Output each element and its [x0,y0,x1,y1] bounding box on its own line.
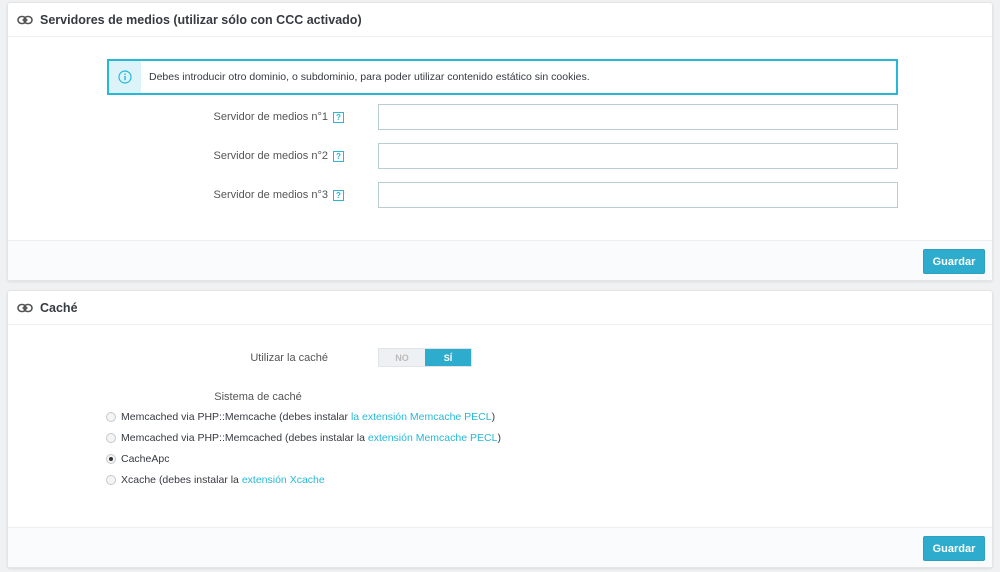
cache-system-label: Sistema de caché [214,391,302,403]
radio-button[interactable] [106,475,116,485]
help-icon[interactable]: ? [333,190,344,201]
info-icon [109,61,141,93]
cache-option-label: Memcached via PHP::Memcached (debes inst… [121,432,368,444]
cache-panel-header: Caché [8,291,992,325]
help-icon[interactable]: ? [333,112,344,123]
cache-panel: Caché Utilizar la caché NO SÍ Sistema de… [7,290,993,568]
cache-option-cacheapc[interactable]: CacheApc [106,453,169,465]
media-server-3-input[interactable] [378,182,898,208]
link-icon [17,303,33,313]
media-servers-panel-header: Servidores de medios (utilizar sólo con … [8,3,992,37]
media-server-1-input[interactable] [378,104,898,130]
media-server-3-label: Servidor de medios n°3 [213,189,328,201]
cache-panel-footer: Guardar [8,527,992,567]
radio-button[interactable] [106,412,116,422]
cache-option-xcache[interactable]: Xcache (debes instalar la extensión Xcac… [106,474,325,486]
info-alert-text: Debes introducir otro dominio, o subdomi… [149,71,590,83]
switch-off-option[interactable]: NO [379,349,425,366]
cache-panel-title: Caché [40,300,78,315]
cache-option-label: CacheApc [121,453,170,465]
cache-option-memcache[interactable]: Memcached via PHP::Memcache (debes insta… [106,411,495,423]
switch-on-option[interactable]: SÍ [425,349,471,366]
xcache-link[interactable]: extensión Xcache [242,474,325,486]
media-servers-panel-footer: Guardar [8,240,992,280]
cache-option-label: Memcached via PHP::Memcache (debes insta… [121,411,351,423]
media-server-2-label: Servidor de medios n°2 [213,150,328,162]
info-alert: Debes introducir otro dominio, o subdomi… [107,59,898,95]
save-button[interactable]: Guardar [923,249,985,274]
cache-option-memcached[interactable]: Memcached via PHP::Memcached (debes inst… [106,432,501,444]
use-cache-switch[interactable]: NO SÍ [378,348,472,367]
cache-option-label: Xcache (debes instalar la [121,474,242,486]
media-servers-panel-title: Servidores de medios (utilizar sólo con … [40,12,362,27]
memcache-pecl-link[interactable]: la extensión Memcache PECL [351,411,492,423]
save-button[interactable]: Guardar [923,536,985,561]
memcached-pecl-link[interactable]: extensión Memcache PECL [368,432,498,444]
media-server-2-input[interactable] [378,143,898,169]
media-servers-panel: Servidores de medios (utilizar sólo con … [7,2,993,281]
cache-option-suffix: ) [497,432,501,444]
radio-button-checked[interactable] [106,454,116,464]
use-cache-label: Utilizar la caché [250,352,328,364]
radio-button[interactable] [106,433,116,443]
media-server-1-label: Servidor de medios n°1 [213,111,328,123]
link-icon [17,15,33,25]
help-icon[interactable]: ? [333,151,344,162]
cache-option-suffix: ) [491,411,496,423]
